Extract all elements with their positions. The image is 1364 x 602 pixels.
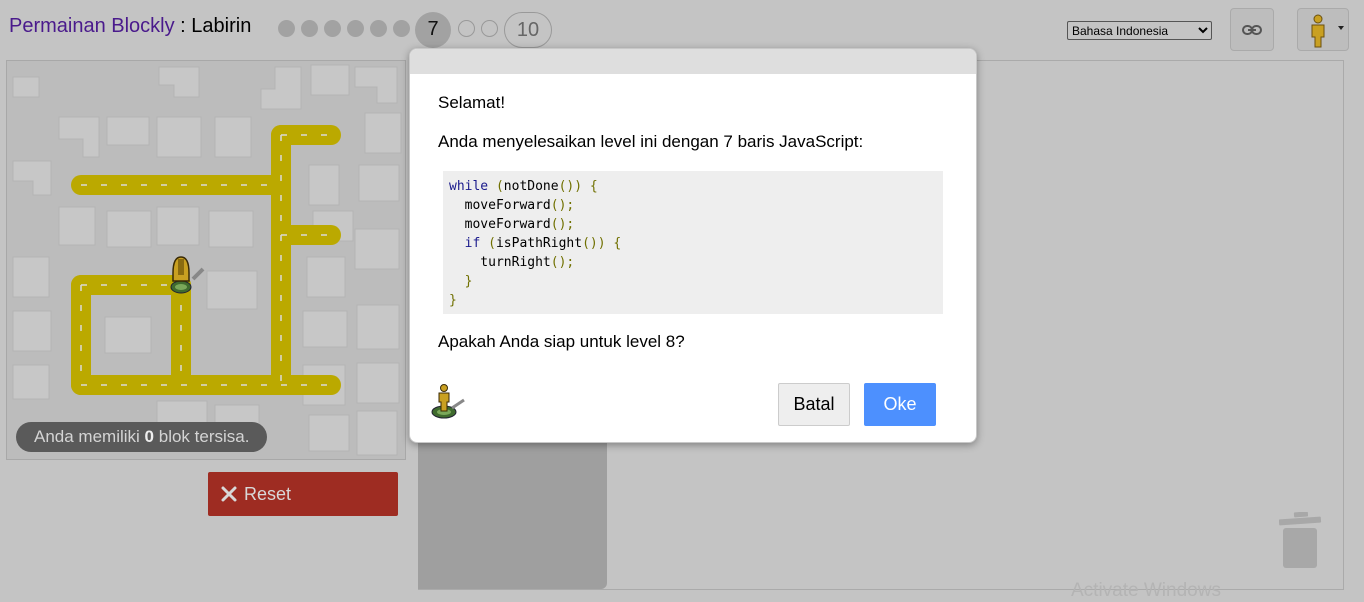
level-9-dot[interactable] xyxy=(481,20,498,37)
level-2-dot[interactable] xyxy=(301,20,318,37)
code-line: while (notDone()) { xyxy=(449,179,598,194)
code-block: while (notDone()) { moveForward(); moveF… xyxy=(443,171,943,314)
maze-board xyxy=(6,60,406,460)
congratulations-dialog: Selamat! Anda menyelesaikan level ini de… xyxy=(409,48,977,443)
code-line: moveForward(); xyxy=(449,217,575,232)
pegman-player xyxy=(170,256,205,294)
code-line: turnRight(); xyxy=(449,255,575,270)
cancel-button[interactable]: Batal xyxy=(778,383,850,426)
reset-button[interactable]: Reset xyxy=(208,472,398,516)
code-line: } xyxy=(449,293,457,308)
level-1-dot[interactable] xyxy=(278,20,295,37)
game-title: Labirin xyxy=(191,15,252,37)
windows-watermark: Activate Windows xyxy=(1071,580,1221,601)
avatar-button[interactable] xyxy=(1297,8,1349,51)
level-7-current[interactable]: 7 xyxy=(415,12,451,48)
code-line: } xyxy=(464,274,473,289)
title-separator: : xyxy=(174,15,192,37)
dialog-header[interactable] xyxy=(410,49,976,74)
link-icon xyxy=(1242,24,1262,35)
app-title-link[interactable]: Permainan Blockly xyxy=(9,15,175,37)
capacity-count: 0 xyxy=(144,427,155,446)
ok-button[interactable]: Oke xyxy=(864,383,936,426)
trash-can[interactable] xyxy=(1278,511,1323,575)
level-5-dot[interactable] xyxy=(370,20,387,37)
level-6-dot[interactable] xyxy=(393,20,410,37)
dialog-greeting: Selamat! xyxy=(438,93,506,112)
link-button[interactable] xyxy=(1230,8,1274,51)
level-4-dot[interactable] xyxy=(347,20,364,37)
maze-map xyxy=(12,64,402,456)
capacity-prefix: Anda memiliki xyxy=(34,427,145,446)
language-select[interactable]: Bahasa Indonesia xyxy=(1067,21,1212,40)
code-line: if (isPathRight()) { xyxy=(464,236,622,251)
pegman-icon xyxy=(431,384,465,419)
code-line: moveForward(); xyxy=(449,198,575,213)
level-3-dot[interactable] xyxy=(324,20,341,37)
dialog-message: Anda menyelesaikan level ini dengan 7 ba… xyxy=(438,132,864,151)
dialog-question: Apakah Anda siap untuk level 8? xyxy=(438,332,685,351)
capacity-bubble: Anda memiliki 0 blok tersisa. xyxy=(16,422,268,452)
level-8-dot[interactable] xyxy=(458,20,475,37)
capacity-suffix: blok tersisa. xyxy=(154,427,250,446)
page-title: Permainan Blockly : Labirin xyxy=(9,15,251,38)
close-icon xyxy=(221,486,237,502)
trash-icon xyxy=(1278,511,1322,568)
level-10-button[interactable]: 10 xyxy=(504,12,552,48)
reset-label: Reset xyxy=(244,483,292,504)
pegman-icon xyxy=(1311,14,1344,48)
